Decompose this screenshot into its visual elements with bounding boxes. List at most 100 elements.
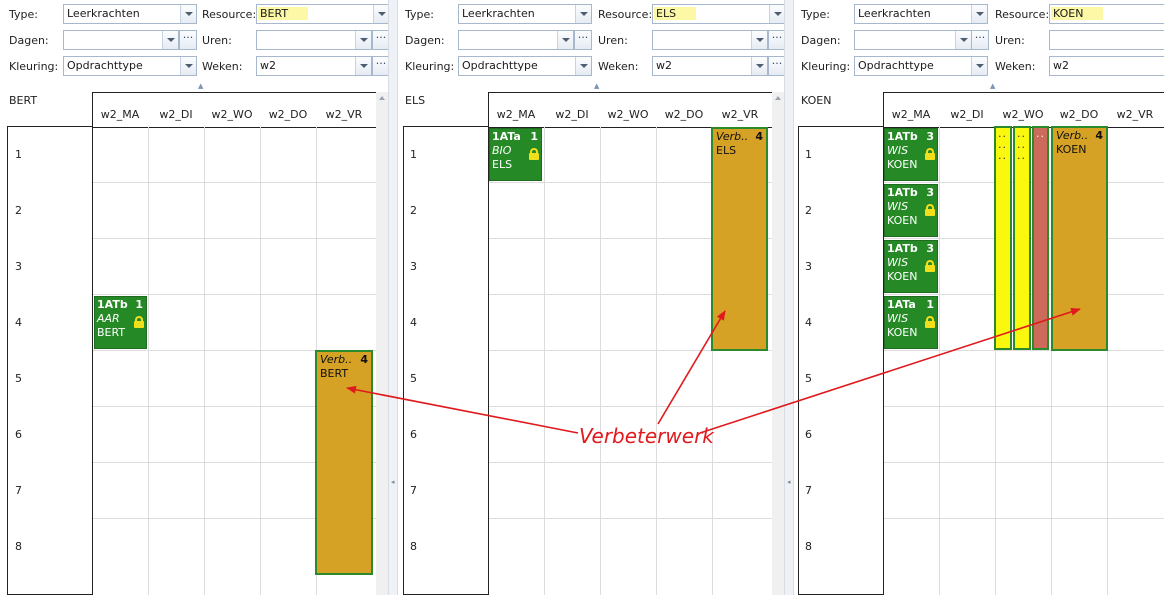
dagen-ellipsis-button[interactable]: ··· xyxy=(179,30,197,50)
resource-select[interactable]: KOEN xyxy=(1049,4,1164,24)
uren-label: Uren: xyxy=(202,34,232,47)
grid-line xyxy=(93,294,377,295)
verbeterwerk-count: 4 xyxy=(755,130,763,143)
chevron-down-icon[interactable] xyxy=(180,57,196,75)
day-header: w2_DO xyxy=(664,108,704,121)
collapse-filters-icon[interactable]: ▲ xyxy=(594,82,599,90)
weken-value: w2 xyxy=(656,59,672,72)
lesson-subject: WIS xyxy=(887,312,909,325)
chevron-down-icon[interactable] xyxy=(751,31,767,49)
dagen-select[interactable] xyxy=(63,30,179,50)
hour-label: 8 xyxy=(410,540,417,553)
grid-line xyxy=(884,462,1164,463)
strip-text: .. .. .. xyxy=(998,127,1007,162)
kleuring-value: Opdrachttype xyxy=(462,59,538,72)
day-header: w2_DI xyxy=(555,108,589,121)
type-label: Type: xyxy=(405,8,434,21)
uren-select[interactable] xyxy=(1049,30,1164,50)
chevron-down-icon[interactable] xyxy=(769,5,785,23)
chevron-down-icon[interactable] xyxy=(955,31,971,49)
hour-label: 1 xyxy=(15,148,22,161)
dagen-select[interactable] xyxy=(854,30,972,50)
type-select[interactable]: Leerkrachten xyxy=(854,4,988,24)
scroll-up-icon[interactable] xyxy=(775,96,781,100)
chevron-down-icon[interactable] xyxy=(557,31,573,49)
grid-line xyxy=(93,182,377,183)
lesson-subject: WIS xyxy=(887,144,909,157)
collapse-filters-icon[interactable]: ▲ xyxy=(990,82,995,90)
lock-icon xyxy=(925,260,935,272)
resource-name: ELS xyxy=(405,94,426,107)
uren-select[interactable] xyxy=(652,30,768,50)
day-header: w2_DO xyxy=(1059,108,1099,121)
hour-label: 5 xyxy=(15,372,22,385)
weken-select[interactable]: w2 xyxy=(256,56,372,76)
type-select[interactable]: Leerkrachten xyxy=(63,4,197,24)
weken-select[interactable]: w2 xyxy=(1049,56,1164,76)
kleuring-label: Kleuring: xyxy=(801,60,851,73)
lesson-subject: BIO xyxy=(492,144,512,157)
hour-label: 1 xyxy=(805,148,812,161)
lesson-teacher: KOEN xyxy=(887,158,918,171)
type-label: Type: xyxy=(801,8,830,21)
lesson-teacher: KOEN xyxy=(887,270,918,283)
dagen-ellipsis-button[interactable]: ··· xyxy=(971,30,989,50)
type-select[interactable]: Leerkrachten xyxy=(458,4,592,24)
dagen-select[interactable] xyxy=(458,30,574,50)
activity-strip[interactable]: .. xyxy=(1032,126,1049,350)
chevron-down-icon[interactable] xyxy=(575,57,591,75)
chevron-down-icon[interactable] xyxy=(162,31,178,49)
kleuring-select[interactable]: Opdrachttype xyxy=(854,56,988,76)
kleuring-select[interactable]: Opdrachttype xyxy=(63,56,197,76)
chevron-down-icon[interactable] xyxy=(355,31,371,49)
chevron-down-icon[interactable] xyxy=(971,57,987,75)
grid-line xyxy=(489,462,774,463)
resource-select[interactable]: ELS xyxy=(652,4,786,24)
lock-icon xyxy=(925,148,935,160)
verbeterwerk-block[interactable]: Verb.. 4 ELS xyxy=(711,127,768,351)
chevron-down-icon[interactable] xyxy=(355,57,371,75)
hour-label: 5 xyxy=(805,372,812,385)
hour-label: 7 xyxy=(805,484,812,497)
resource-label: Resource: xyxy=(995,8,1050,21)
scroll-up-icon[interactable] xyxy=(379,96,385,100)
dagen-ellipsis-button[interactable]: ··· xyxy=(574,30,592,50)
activity-strip[interactable]: .. .. .. xyxy=(1013,126,1031,350)
weken-label: Weken: xyxy=(995,60,1036,73)
hour-label: 3 xyxy=(410,260,417,273)
pane-splitter[interactable]: ◂ xyxy=(784,0,794,595)
vertical-scrollbar[interactable] xyxy=(376,92,388,595)
resource-label: Resource: xyxy=(202,8,257,21)
verbeterwerk-title: Verb.. xyxy=(1056,129,1089,142)
hour-label: 8 xyxy=(15,540,22,553)
lesson-block[interactable]: 1ATb 3 WIS KOEN xyxy=(884,184,938,237)
lesson-teacher: BERT xyxy=(97,326,126,339)
pane-splitter[interactable]: ◂ xyxy=(388,0,398,595)
hour-label: 6 xyxy=(15,428,22,441)
splitter-grip-icon[interactable]: ◂ xyxy=(787,478,791,486)
weken-select[interactable]: w2 xyxy=(652,56,768,76)
activity-strip[interactable]: .. .. .. xyxy=(994,126,1012,350)
chevron-down-icon[interactable] xyxy=(751,57,767,75)
lesson-block[interactable]: 1ATb 3 WIS KOEN xyxy=(884,240,938,293)
uren-select[interactable] xyxy=(256,30,372,50)
lesson-block[interactable]: 1ATb 3 WIS KOEN xyxy=(884,128,938,181)
splitter-grip-icon[interactable]: ◂ xyxy=(391,478,395,486)
lesson-count: 1 xyxy=(530,130,538,143)
verbeterwerk-block[interactable]: Verb.. 4 KOEN xyxy=(1051,126,1108,351)
chevron-down-icon[interactable] xyxy=(180,5,196,23)
verbeterwerk-block[interactable]: Verb.. 4 BERT xyxy=(315,350,373,575)
chevron-down-icon[interactable] xyxy=(373,5,389,23)
dagen-label: Dagen: xyxy=(405,34,445,47)
resource-name: KOEN xyxy=(801,94,832,107)
lesson-block[interactable]: 1ATb 1 AAR BERT xyxy=(94,296,147,349)
chevron-down-icon[interactable] xyxy=(971,5,987,23)
kleuring-select[interactable]: Opdrachttype xyxy=(458,56,592,76)
resource-select[interactable]: BERT xyxy=(256,4,390,24)
lesson-block[interactable]: 1ATa 1 BIO ELS xyxy=(489,128,542,181)
lesson-block[interactable]: 1ATa 1 WIS KOEN xyxy=(884,296,938,349)
lock-icon xyxy=(134,316,144,328)
vertical-scrollbar[interactable] xyxy=(772,92,784,595)
chevron-down-icon[interactable] xyxy=(575,5,591,23)
collapse-filters-icon[interactable]: ▲ xyxy=(198,82,203,90)
